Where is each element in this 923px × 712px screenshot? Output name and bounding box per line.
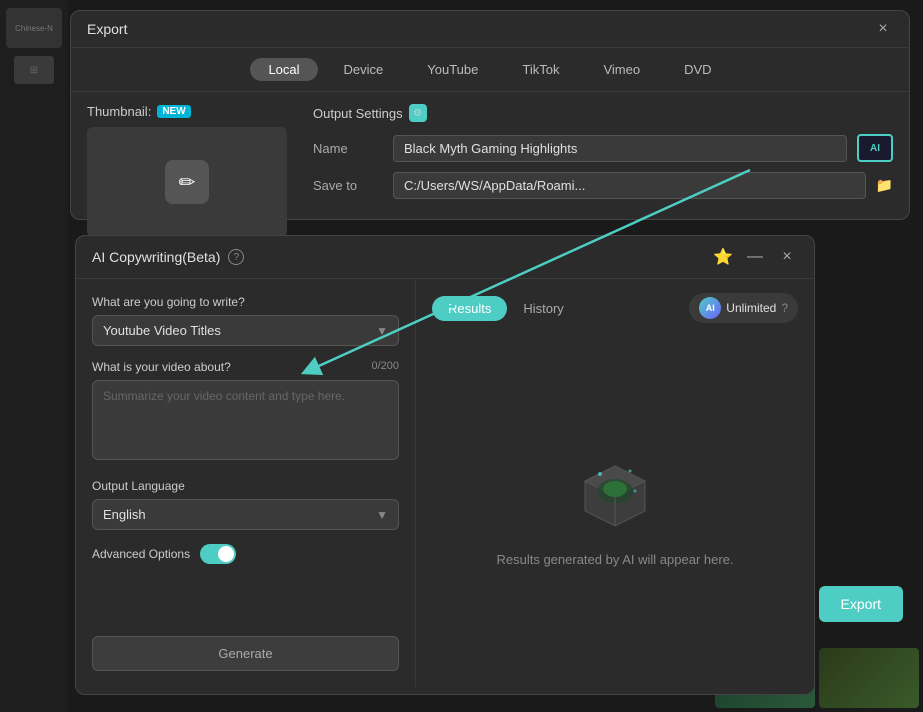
output-language-section: Output Language English ▼ — [92, 479, 399, 530]
sidebar-icon[interactable]: ⊞ — [14, 56, 54, 84]
output-settings-section: Output Settings ⚙ Name AI Save to 📁 — [313, 104, 893, 237]
export-window: Export × Local Device YouTube TikTok Vim… — [70, 10, 910, 220]
thumbnail-text: Thumbnail: — [87, 104, 151, 119]
empty-box-icon — [570, 446, 660, 536]
save-to-row: Save to 📁 — [313, 172, 893, 199]
export-body: Thumbnail: NEW ✏ Output Settings ⚙ Name … — [71, 92, 909, 249]
folder-icon[interactable]: 📁 — [876, 177, 893, 194]
bottom-thumb-2[interactable] — [819, 648, 919, 708]
ai-close-button[interactable]: × — [776, 246, 798, 268]
tab-device[interactable]: Device — [326, 58, 402, 81]
video-about-label: What is your video about? 0/200 — [92, 360, 399, 374]
results-placeholder-text: Results generated by AI will appear here… — [496, 552, 733, 567]
ai-help-icon[interactable]: ? — [228, 249, 244, 265]
unlimited-text: Unlimited — [726, 301, 776, 315]
export-titlebar: Export × — [71, 11, 909, 48]
advanced-options-row: Advanced Options — [92, 544, 399, 564]
advanced-toggle[interactable] — [200, 544, 236, 564]
ai-dialog: AI Copywriting(Beta) ? ⭐ — × What are yo… — [75, 235, 815, 695]
ai-title-left: AI Copywriting(Beta) ? — [92, 249, 244, 265]
export-close-button[interactable]: × — [873, 19, 893, 39]
ai-left-panel: What are you going to write? Youtube Vid… — [76, 279, 416, 687]
tab-youtube[interactable]: YouTube — [409, 58, 496, 81]
char-count: 0/200 — [371, 360, 399, 372]
tab-results[interactable]: Results — [432, 296, 507, 321]
ai-right-panel: Results History AI Unlimited ? — [416, 279, 814, 687]
write-type-dropdown[interactable]: Youtube Video Titles ▼ — [92, 315, 399, 346]
tab-vimeo[interactable]: Vimeo — [585, 58, 658, 81]
unlimited-help-icon[interactable]: ? — [781, 301, 788, 315]
advanced-options-label: Advanced Options — [92, 547, 190, 561]
thumbnail-edit-icon[interactable]: ✏ — [165, 160, 209, 204]
results-header: Results History AI Unlimited ? — [432, 293, 798, 323]
ai-dialog-title: AI Copywriting(Beta) — [92, 249, 220, 265]
name-input[interactable] — [393, 135, 847, 162]
save-to-input[interactable] — [393, 172, 866, 199]
thumbnail-label: Thumbnail: NEW — [87, 104, 297, 119]
ai-body: What are you going to write? Youtube Vid… — [76, 279, 814, 687]
language-dropdown[interactable]: English ▼ — [92, 499, 399, 530]
name-label: Name — [313, 141, 383, 156]
tab-tiktok[interactable]: TikTok — [504, 58, 577, 81]
thumbnail-box: ✏ — [87, 127, 287, 237]
video-about-textarea[interactable] — [92, 380, 399, 460]
sidebar-left: Chinese-N ⊞ — [0, 0, 68, 712]
ai-button[interactable]: AI — [857, 134, 893, 162]
export-title: Export — [87, 21, 127, 37]
ai-badge-icon: AI — [699, 297, 721, 319]
new-badge: NEW — [157, 105, 190, 118]
output-language-label: Output Language — [92, 479, 399, 493]
output-settings-label: Output Settings — [313, 106, 403, 121]
language-value: English — [103, 507, 146, 522]
save-to-label: Save to — [313, 178, 383, 193]
unlimited-badge: AI Unlimited ? — [689, 293, 798, 323]
generate-button[interactable]: Generate — [92, 636, 399, 671]
titlebar-controls: ⭐ — × — [712, 246, 798, 268]
what-write-section: What are you going to write? Youtube Vid… — [92, 295, 399, 346]
ai-titlebar: AI Copywriting(Beta) ? ⭐ — × — [76, 236, 814, 279]
video-about-section: What is your video about? 0/200 — [92, 360, 399, 465]
dropdown-arrow: ▼ — [376, 324, 388, 338]
minimize-button[interactable]: — — [744, 246, 766, 268]
what-write-label: What are you going to write? — [92, 295, 399, 309]
export-button[interactable]: Export — [819, 586, 903, 622]
thumbnail-section: Thumbnail: NEW ✏ — [87, 104, 297, 237]
output-settings-header: Output Settings ⚙ — [313, 104, 893, 122]
results-placeholder: Results generated by AI will appear here… — [432, 339, 798, 673]
settings-icon: ⚙ — [409, 104, 427, 122]
export-tabs: Local Device YouTube TikTok Vimeo DVD — [71, 48, 909, 92]
star-button[interactable]: ⭐ — [712, 246, 734, 268]
tab-local[interactable]: Local — [250, 58, 317, 81]
language-arrow: ▼ — [376, 508, 388, 522]
tab-history[interactable]: History — [507, 296, 579, 321]
results-tabs: Results History — [432, 296, 580, 321]
dropdown-value: Youtube Video Titles — [103, 323, 221, 338]
name-row: Name AI — [313, 134, 893, 162]
sidebar-thumb-1[interactable]: Chinese-N — [6, 8, 62, 48]
tab-dvd[interactable]: DVD — [666, 58, 729, 81]
